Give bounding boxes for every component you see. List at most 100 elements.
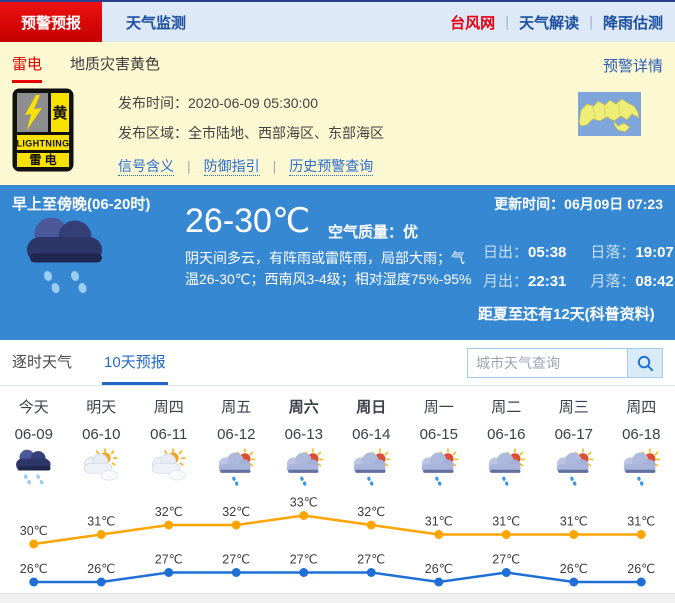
moonset: 月落：08:42 xyxy=(590,270,673,291)
temperature-chart: 30℃31℃32℃32℃33℃32℃31℃31℃31℃31℃26℃26℃27℃2… xyxy=(0,487,675,599)
link-separator: | xyxy=(589,14,593,31)
svg-text:LIGHTNING: LIGHTNING xyxy=(16,139,69,149)
alert-area: 雷电 地质灾害黄色 预警详情 黄 LIGHTNING 雷 电 xyxy=(0,42,675,185)
alert-link[interactable]: 历史预警查询 xyxy=(289,158,373,176)
sunrise: 日出：05:38 xyxy=(483,241,566,262)
top-links: 台风网 | 天气解读 | 降雨估测 xyxy=(450,2,675,42)
tab-warning-forecast[interactable]: 预警预报 xyxy=(0,2,102,42)
temp-point xyxy=(434,578,443,587)
最低气温-line xyxy=(34,573,642,583)
top-link[interactable]: 台风网 xyxy=(450,12,495,33)
svg-text:黄: 黄 xyxy=(52,104,67,122)
day-name: 周一 xyxy=(405,396,473,417)
forecast-tab-strip: 逐时天气 10天预报 xyxy=(0,340,675,386)
search-input[interactable] xyxy=(467,348,627,378)
top-link[interactable]: 降雨估测 xyxy=(603,12,663,33)
temp-point xyxy=(367,521,376,530)
day-date: 06-16 xyxy=(473,426,541,443)
publish-time-line: 发布时间：2020-06-09 05:30:00 xyxy=(118,93,384,113)
temp-label: 26℃ xyxy=(87,562,115,576)
forecast-day-column: 周四06-11 xyxy=(135,396,203,487)
temp-label: 32℃ xyxy=(222,505,250,519)
tab-hourly-weather[interactable]: 逐时天气 xyxy=(12,340,72,385)
temp-label: 31℃ xyxy=(627,515,655,529)
temp-label: 32℃ xyxy=(357,505,385,519)
tab-ten-day-forecast[interactable]: 10天预报 xyxy=(104,340,166,385)
sun-moon-times: 日出：05:38 日落：19:07 月出：22:31 月落：08:42 xyxy=(483,241,674,291)
sun-shower-icon xyxy=(618,447,664,487)
temp-point xyxy=(637,578,646,587)
day-date: 06-13 xyxy=(270,426,338,443)
temp-label: 26℃ xyxy=(560,562,588,576)
forecast-day-column: 周二06-16 xyxy=(473,396,541,487)
alert-link[interactable]: 信号含义 xyxy=(118,158,174,176)
temp-point xyxy=(434,530,443,539)
temp-point xyxy=(29,578,38,587)
temp-label: 30℃ xyxy=(20,524,48,538)
temp-point xyxy=(367,568,376,577)
alert-body: 黄 LIGHTNING 雷 电 发布时间：2020-06-09 05:30:00… xyxy=(12,88,663,185)
forecast-day-column: 今天06-09 xyxy=(0,396,68,487)
publish-area-label: 发布区域： xyxy=(118,125,188,141)
temp-label: 27℃ xyxy=(357,553,385,567)
search-button[interactable] xyxy=(627,348,663,378)
alert-info: 发布时间：2020-06-09 05:30:00 发布区域：全市陆地、西部海区、… xyxy=(118,88,384,185)
temp-point xyxy=(299,511,308,520)
temp-point xyxy=(569,530,578,539)
update-time: 更新时间：06月09日 07:23 xyxy=(494,194,663,214)
temp-point xyxy=(637,530,646,539)
solstice-note[interactable]: 距夏至还有12天(科普资料) xyxy=(478,303,655,324)
sun-shower-icon xyxy=(281,447,327,487)
rain-cloud-icon xyxy=(18,211,114,299)
city-search xyxy=(467,348,663,378)
weather-page: 预警预报 天气监测 台风网 | 天气解读 | 降雨估测 雷电 地质灾害黄色 预警详情 黄 xyxy=(0,0,675,603)
day-date: 06-12 xyxy=(203,426,271,443)
moonset-label: 月落： xyxy=(590,273,635,290)
sunrise-value: 05:38 xyxy=(528,244,566,261)
temp-point xyxy=(502,568,511,577)
temp-label: 27℃ xyxy=(290,553,318,567)
forecast-day-column: 周四06-18 xyxy=(608,396,675,487)
link-separator: | xyxy=(187,158,191,174)
tab-weather-monitor[interactable]: 天气监测 xyxy=(102,2,210,42)
alert-tab-geohazard[interactable]: 地质灾害黄色 xyxy=(70,42,160,88)
dark-rain-icon xyxy=(11,447,57,487)
publish-area-line: 发布区域：全市陆地、西部海区、东部海区 xyxy=(118,123,384,143)
alert-detail-link[interactable]: 预警详情 xyxy=(603,55,663,76)
day-date: 06-09 xyxy=(0,426,68,443)
temp-point xyxy=(164,568,173,577)
day-name: 周三 xyxy=(540,396,608,417)
top-link[interactable]: 天气解读 xyxy=(519,12,579,33)
temp-label: 26℃ xyxy=(425,562,453,576)
link-separator: | xyxy=(505,14,509,31)
temp-label: 26℃ xyxy=(20,562,48,576)
moonrise-label: 月出： xyxy=(483,273,528,290)
day-name: 周四 xyxy=(135,396,203,417)
sun-shower-icon xyxy=(416,447,462,487)
temp-label: 33℃ xyxy=(290,496,318,510)
day-name: 周五 xyxy=(203,396,271,417)
cloudy-sun-icon xyxy=(78,447,124,487)
forecast-day-column: 周三06-17 xyxy=(540,396,608,487)
temp-label: 26℃ xyxy=(627,562,655,576)
publish-area-value: 全市陆地、西部海区、东部海区 xyxy=(188,125,384,141)
sun-shower-icon xyxy=(483,447,529,487)
temp-point xyxy=(29,540,38,549)
alert-link[interactable]: 防御指引 xyxy=(204,158,260,176)
day-name: 周日 xyxy=(338,396,406,417)
air-quality: 空气质量：优 xyxy=(328,221,418,242)
tab-label: 预警预报 xyxy=(21,12,81,33)
temperature-range: 26-30℃ xyxy=(185,201,310,241)
temp-label: 32℃ xyxy=(155,505,183,519)
temp-point xyxy=(97,530,106,539)
moonrise-value: 22:31 xyxy=(528,273,566,290)
alert-tabs: 雷电 地质灾害黄色 预警详情 xyxy=(12,42,663,88)
temp-label: 27℃ xyxy=(222,553,250,567)
sunset-value: 19:07 xyxy=(635,244,673,261)
svg-text:雷 电: 雷 电 xyxy=(29,152,56,167)
warning-map-thumbnail[interactable] xyxy=(578,92,641,136)
air-quality-value: 优 xyxy=(403,224,418,241)
forecast-day-column: 明天06-10 xyxy=(68,396,136,487)
alert-tab-lightning[interactable]: 雷电 xyxy=(12,42,42,88)
update-time-label: 更新时间： xyxy=(494,196,564,212)
